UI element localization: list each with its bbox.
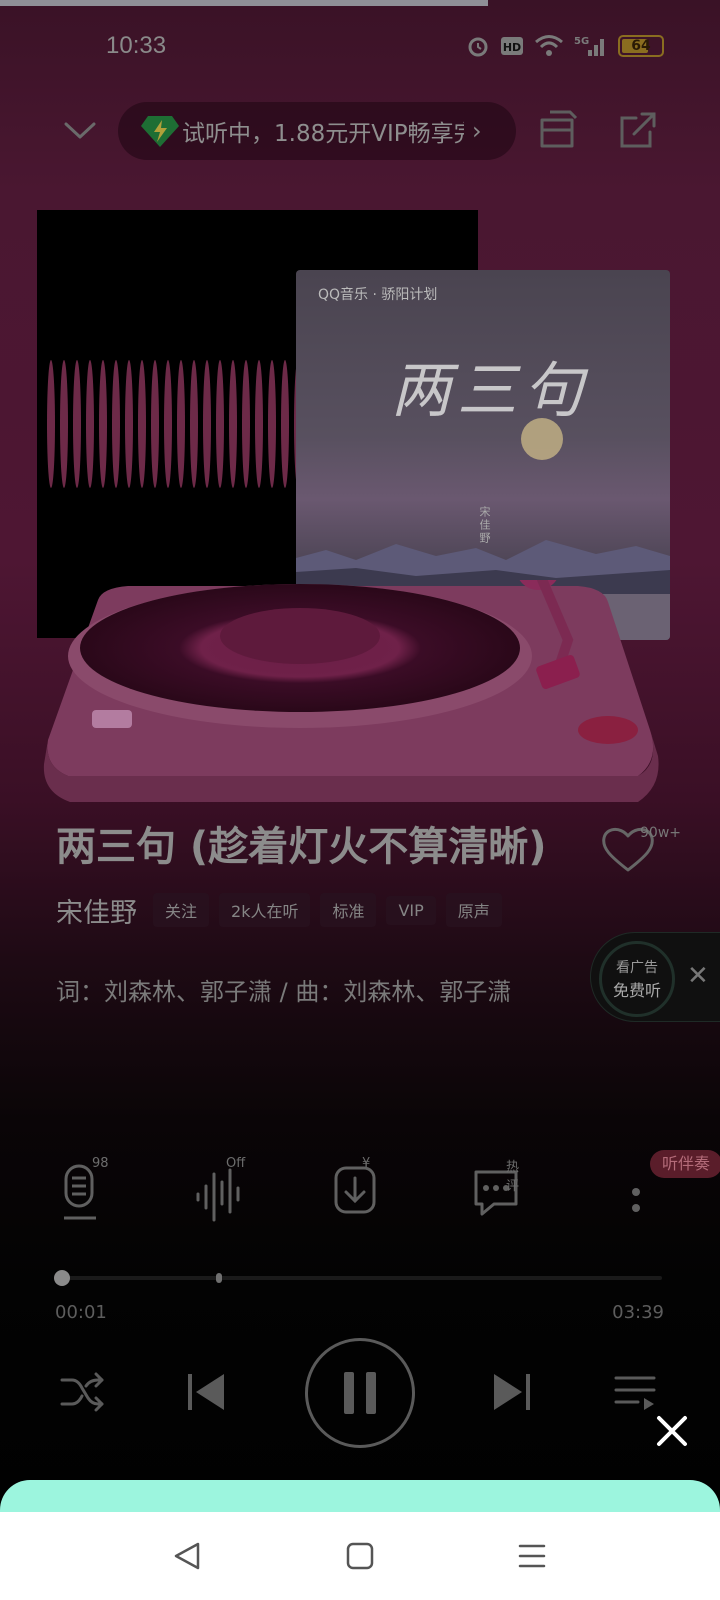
watch-ad-line1: 看广告 bbox=[616, 960, 658, 976]
download-button[interactable]: ¥ bbox=[328, 1156, 392, 1224]
wifi-icon bbox=[535, 35, 563, 56]
vip-diamond-icon bbox=[141, 116, 179, 147]
hd-icon: HD bbox=[501, 37, 523, 55]
system-nav-bar bbox=[0, 1512, 720, 1600]
seek-buffer-marker bbox=[216, 1273, 222, 1283]
loading-bar bbox=[0, 0, 488, 6]
back-icon[interactable] bbox=[168, 1536, 208, 1576]
like-count: 90w+ bbox=[640, 825, 681, 841]
pause-icon bbox=[344, 1372, 376, 1414]
artist-name[interactable]: 宋佳野 bbox=[56, 891, 137, 930]
waveform-graphic bbox=[47, 360, 315, 488]
vip-trial-banner[interactable]: 试听中，1.88元开VIP畅享完整版 › bbox=[118, 102, 516, 160]
download-badge: ¥ bbox=[362, 1156, 371, 1171]
song-credits: 词：刘森林、郭子潇 / 曲：刘森林、郭子潇 bbox=[56, 978, 512, 1006]
status-icons: HD 5G 64 bbox=[466, 34, 664, 58]
download-icon bbox=[334, 1166, 376, 1214]
mini-player-icon[interactable] bbox=[536, 108, 578, 152]
seek-thumb[interactable] bbox=[54, 1270, 70, 1286]
turntable-graphic bbox=[43, 580, 659, 802]
current-time: 00:01 bbox=[55, 1302, 107, 1323]
shuffle-icon[interactable] bbox=[60, 1372, 106, 1412]
watch-ad-button[interactable]: 看广告 免费听 bbox=[599, 941, 675, 1017]
battery-level: 64 bbox=[631, 38, 651, 54]
menu-icon[interactable] bbox=[512, 1536, 552, 1576]
quality-tag[interactable]: 标准 bbox=[320, 893, 377, 927]
sound-effect-button[interactable]: Off bbox=[190, 1156, 254, 1224]
comments-button[interactable]: 热评 bbox=[466, 1160, 530, 1224]
status-bar: 10:33 HD 5G 64 bbox=[0, 28, 720, 64]
ad-close-icon[interactable]: ✕ bbox=[687, 961, 709, 991]
original-tag[interactable]: 原声 bbox=[445, 893, 502, 927]
pause-button[interactable] bbox=[305, 1338, 415, 1448]
seek-track[interactable] bbox=[62, 1276, 662, 1280]
accompaniment-badge[interactable]: 听伴奏 bbox=[650, 1150, 720, 1178]
sound-effect-badge: Off bbox=[226, 1156, 246, 1171]
close-icon[interactable] bbox=[655, 1414, 689, 1448]
next-track-icon[interactable] bbox=[490, 1370, 534, 1414]
listeners-tag[interactable]: 2k人在听 bbox=[219, 893, 311, 927]
watch-ad-panel: 看广告 免费听 ✕ bbox=[590, 932, 720, 1022]
5g-signal-icon: 5G bbox=[574, 36, 604, 56]
follow-button[interactable]: 关注 bbox=[153, 893, 210, 927]
karaoke-badge: 98 bbox=[92, 1156, 109, 1171]
alarm-icon bbox=[468, 37, 488, 57]
watch-ad-line2: 免费听 bbox=[612, 981, 661, 1000]
chevron-right-icon: › bbox=[472, 117, 482, 145]
total-time: 03:39 bbox=[612, 1302, 664, 1323]
share-icon[interactable] bbox=[616, 108, 660, 152]
album-art-scene[interactable]: QQ音乐 · 骄阳计划 两三句 宋佳野 bbox=[0, 200, 720, 860]
song-title: 两三句 (趁着灯火不算清晰) bbox=[56, 824, 547, 870]
playlist-icon[interactable] bbox=[614, 1374, 658, 1414]
svg-text:5G: 5G bbox=[574, 36, 589, 47]
karaoke-button[interactable]: 98 bbox=[52, 1156, 116, 1224]
previous-track-icon[interactable] bbox=[184, 1370, 228, 1414]
album-cover-title: 两三句 bbox=[391, 356, 589, 426]
comments-badge: 热评 bbox=[506, 1160, 520, 1194]
home-icon[interactable] bbox=[340, 1536, 380, 1576]
chevron-down-icon[interactable] bbox=[62, 112, 98, 148]
artist-row: 宋佳野 关注 2k人在听 标准 VIP 原声 bbox=[56, 890, 502, 930]
album-cover-logo: QQ音乐 · 骄阳计划 bbox=[318, 287, 438, 303]
top-bar: 试听中，1.88元开VIP畅享完整版 › bbox=[0, 100, 720, 162]
album-moon bbox=[521, 418, 563, 460]
svg-text:HD: HD bbox=[503, 41, 521, 54]
vip-banner-text: 试听中，1.88元开VIP畅享完整版 bbox=[182, 121, 464, 147]
status-time: 10:33 bbox=[106, 32, 167, 59]
battery-icon: 64 bbox=[618, 35, 664, 57]
action-row: 98 Off ¥ 热评 bbox=[0, 1156, 720, 1240]
vip-tag[interactable]: VIP bbox=[386, 895, 436, 925]
player-screen: 10:33 HD 5G 64 试听中，1.88元开VIP畅享完整版 › bbox=[0, 0, 720, 1600]
